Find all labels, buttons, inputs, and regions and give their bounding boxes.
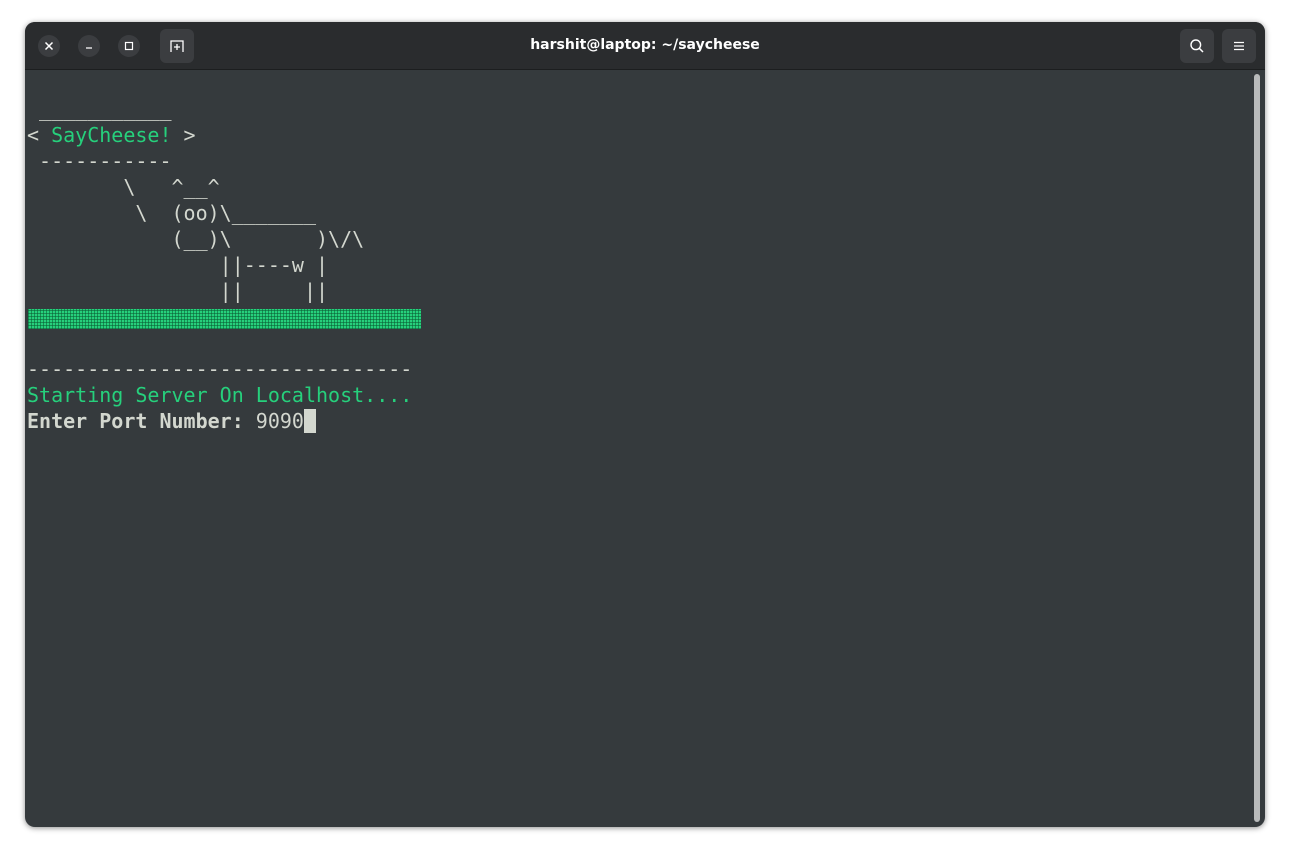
prompt-label: Enter Port Number:	[27, 409, 256, 433]
scrollbar[interactable]	[1254, 74, 1260, 822]
cow-line-2: \ (oo)\_______	[27, 201, 316, 225]
cow-line-4: ||----w |	[27, 253, 329, 277]
new-tab-button[interactable]	[160, 29, 194, 63]
cow-line-3: (__)\ )\/\	[27, 227, 365, 251]
search-button[interactable]	[1180, 29, 1214, 63]
prompt-input-value[interactable]: 9090	[256, 409, 304, 433]
title-bar: harshit@laptop: ~/saycheese	[25, 22, 1265, 70]
text-cursor	[303, 409, 316, 433]
banner-left-bracket: <	[27, 123, 52, 147]
maximize-button[interactable]	[118, 35, 140, 57]
banner-bottom-line: -----------	[27, 149, 172, 173]
terminal-output[interactable]: ___________ < SayCheese! > ----------- \…	[25, 70, 1253, 827]
menu-button[interactable]	[1222, 29, 1256, 63]
status-line: Starting Server On Localhost....	[27, 383, 413, 407]
banner-line: < SayCheese! >	[27, 122, 196, 148]
maximize-icon	[124, 41, 134, 51]
cow-line-1: \ ^__^	[27, 175, 220, 199]
window-title: harshit@laptop: ~/saycheese	[530, 37, 760, 53]
minimize-icon	[86, 47, 92, 49]
banner-top-line: ___________	[27, 97, 172, 121]
new-tab-icon	[170, 40, 184, 52]
close-icon	[44, 41, 54, 51]
banner-right-bracket: >	[171, 123, 196, 147]
cow-line-5: || ||	[27, 279, 329, 303]
search-icon	[1190, 39, 1204, 53]
prompt-line[interactable]: Enter Port Number: 9090	[27, 408, 316, 434]
grass-block-row	[28, 309, 421, 329]
separator-line: --------------------------------	[27, 357, 413, 381]
minimize-button[interactable]	[78, 35, 100, 57]
banner-text: SayCheese!	[51, 123, 172, 147]
terminal-window: harshit@laptop: ~/saycheese ___________ …	[25, 22, 1265, 827]
hamburger-menu-icon	[1234, 41, 1244, 51]
close-button[interactable]	[38, 35, 60, 57]
